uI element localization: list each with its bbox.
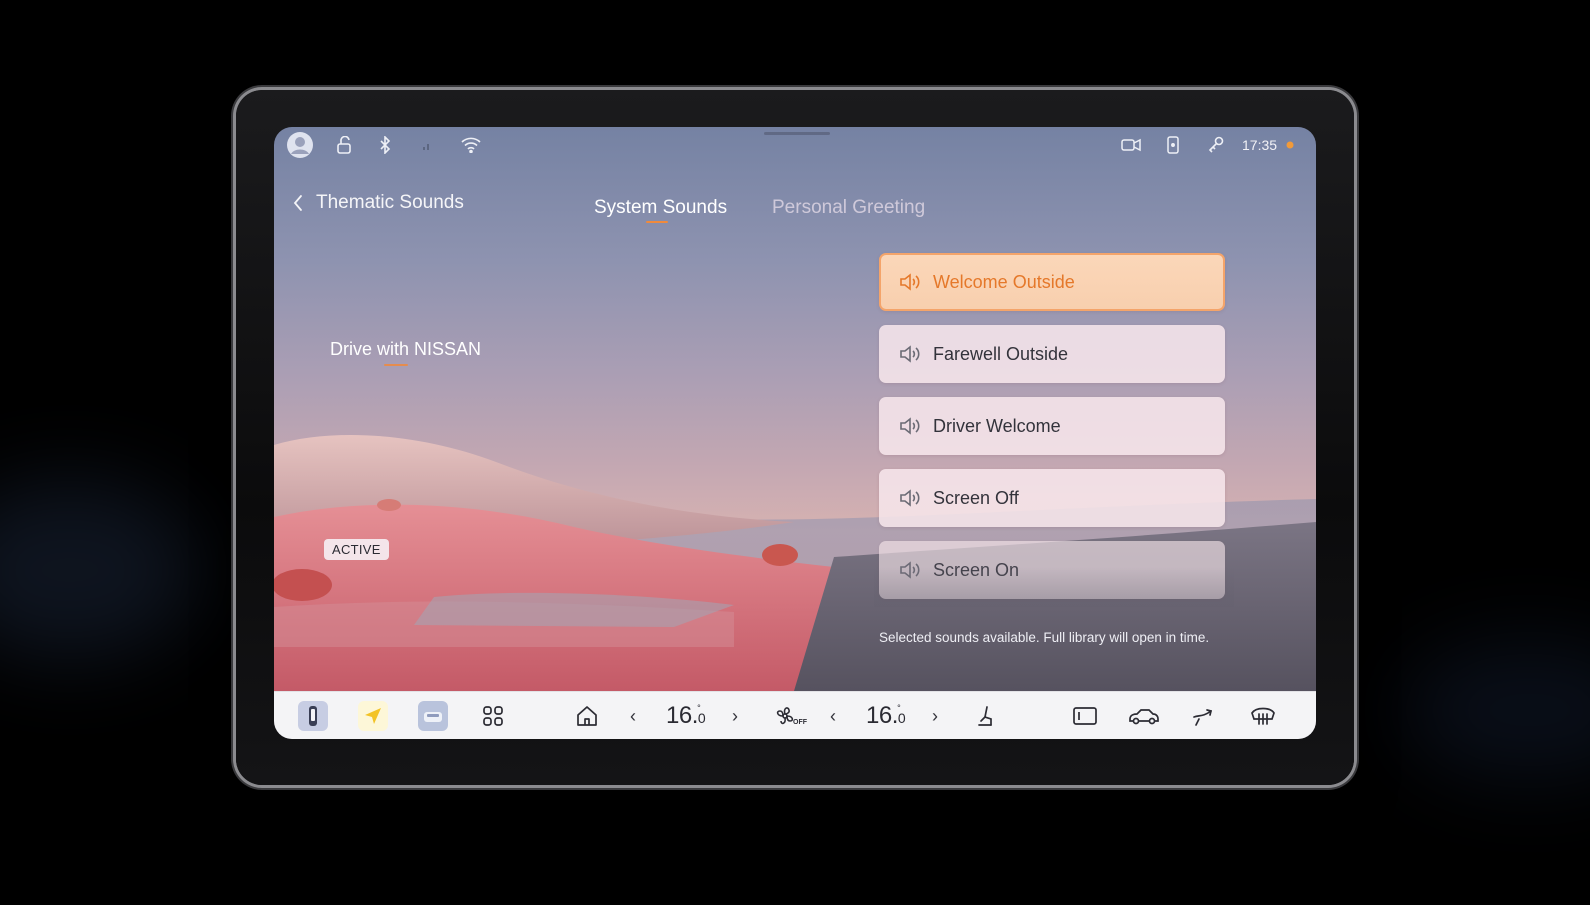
notification-dot-icon: [1285, 135, 1295, 155]
left-temp-increase-button[interactable]: ›: [732, 704, 738, 728]
phone-key-icon[interactable]: [1164, 135, 1182, 155]
sound-item-farewell-outside[interactable]: Farewell Outside: [879, 325, 1225, 383]
fan-state: OFF: [793, 718, 807, 726]
right-temp-increase-button[interactable]: ›: [932, 704, 938, 728]
vehicle-app-icon[interactable]: [418, 701, 448, 731]
wifi-icon: [460, 135, 482, 155]
app-grid-icon[interactable]: [478, 700, 508, 732]
sound-item-label: Welcome Outside: [933, 271, 1075, 292]
back-button[interactable]: Thematic Sounds: [292, 189, 464, 217]
avatar-icon[interactable]: [286, 131, 314, 159]
signal-icon: [420, 135, 434, 155]
speaker-icon: [900, 273, 920, 291]
right-temp-whole: 16.: [866, 702, 898, 729]
left-temp-whole: 16.: [666, 702, 698, 729]
left-temp-unit: °: [697, 703, 701, 713]
left-temperature[interactable]: 16.0°: [666, 701, 708, 735]
airflow-icon[interactable]: [1188, 700, 1218, 732]
tab-personal-greeting[interactable]: Personal Greeting: [772, 197, 925, 219]
bluetooth-icon: [376, 135, 394, 155]
ambient-glow-right: [1400, 640, 1590, 780]
right-temp-unit: °: [897, 703, 901, 713]
sound-item-driver-welcome[interactable]: Driver Welcome: [879, 397, 1225, 455]
bottom-dock: ‹ 16.0° › OFF ‹ 16.0° ›: [274, 691, 1316, 739]
tab-system-sounds[interactable]: System Sounds: [594, 197, 727, 219]
infotainment-screen: 17:35 Thematic Sounds System Sounds Pers…: [274, 127, 1316, 739]
status-bar: 17:35: [274, 127, 1316, 163]
speaker-icon: [900, 345, 920, 363]
display-icon[interactable]: [1070, 700, 1100, 732]
pull-down-handle[interactable]: [764, 132, 830, 135]
lock-open-icon[interactable]: [334, 135, 354, 155]
car-icon[interactable]: [1126, 700, 1162, 732]
sound-item-screen-off[interactable]: Screen Off: [879, 469, 1225, 527]
sound-item-label: Farewell Outside: [933, 343, 1069, 364]
speaker-icon: [900, 417, 920, 435]
chevron-left-icon: [293, 195, 302, 211]
seat-heat-icon[interactable]: [970, 700, 1000, 732]
navigation-app-icon[interactable]: [358, 701, 388, 731]
speaker-icon: [900, 489, 920, 507]
sound-item-label: Driver Welcome: [933, 415, 1061, 436]
left-temp-decrease-button[interactable]: ‹: [630, 704, 636, 728]
fan-icon[interactable]: OFF: [770, 700, 810, 732]
footnote-text: Selected sounds available. Full library …: [879, 630, 1210, 645]
theme-brand-text: Drive with NISSAN: [330, 339, 482, 359]
right-temp-decrease-button[interactable]: ‹: [830, 704, 836, 728]
dashcam-icon[interactable]: [1120, 135, 1142, 155]
active-tab-indicator: [646, 221, 668, 223]
clock: 17:35: [1242, 137, 1278, 153]
page-title: Thematic Sounds: [316, 192, 464, 213]
sound-item-welcome-outside[interactable]: Welcome Outside: [879, 253, 1225, 311]
defrost-icon[interactable]: [1246, 700, 1280, 732]
status-badge: ACTIVE: [324, 539, 389, 560]
ambient-glow-left: [0, 480, 200, 660]
key-icon[interactable]: [1206, 135, 1226, 155]
right-temperature[interactable]: 16.0°: [866, 701, 908, 735]
brand-underline: [384, 364, 408, 366]
list-fade-overlay: [874, 567, 1234, 607]
phone-app-icon[interactable]: [298, 701, 328, 731]
sound-item-label: Screen Off: [933, 487, 1019, 508]
home-icon[interactable]: [572, 700, 602, 732]
